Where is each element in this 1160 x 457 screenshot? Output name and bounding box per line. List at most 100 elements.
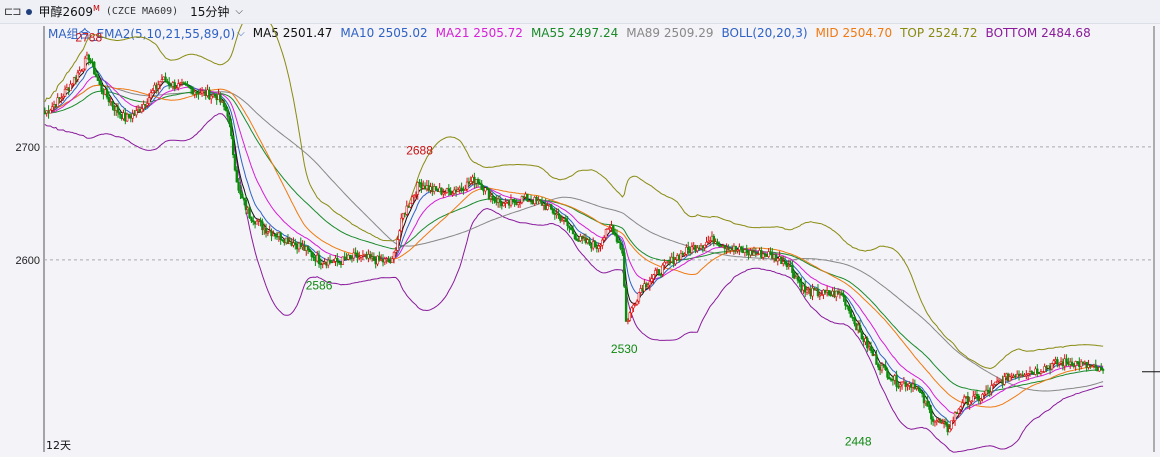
candle-body: [860, 331, 864, 339]
candle-body: [1036, 368, 1039, 374]
candle-body: [745, 249, 748, 253]
candle-body: [409, 203, 412, 208]
candle-body: [111, 101, 114, 107]
candle-body: [650, 278, 653, 282]
candle-body: [158, 81, 162, 86]
candle-body: [248, 207, 251, 219]
candle-body: [310, 251, 313, 257]
candle-body: [601, 239, 604, 246]
candle-body: [160, 79, 164, 82]
kline-chart[interactable]: 2600 2700 2788 2688 2586 2530 2448: [0, 9, 1160, 457]
candle-body: [87, 54, 90, 61]
candle-body: [255, 220, 259, 225]
candle-body: [827, 290, 831, 295]
candle-body: [840, 292, 843, 296]
candle-body: [235, 169, 239, 183]
candle-body: [140, 108, 143, 113]
candle-body: [1065, 358, 1068, 363]
candle-body: [604, 229, 608, 238]
candle-body: [648, 281, 652, 286]
candle-body: [491, 195, 494, 201]
candle-body: [661, 264, 664, 275]
candle-body: [1101, 369, 1105, 371]
instrument-dot-icon: [26, 8, 33, 15]
candle-body: [1050, 363, 1054, 370]
candle-body: [571, 229, 575, 235]
period-selector[interactable]: 15分钟: [190, 3, 229, 20]
candle-body: [612, 225, 615, 235]
candle-body: [98, 80, 101, 85]
candle-body: [588, 239, 591, 245]
candle-body: [76, 72, 80, 80]
candle-body: [241, 193, 244, 199]
candle-body: [127, 113, 131, 118]
candle-body: [847, 305, 851, 312]
symbol-title[interactable]: 甲醇2609M: [38, 3, 99, 20]
days-label: 12天: [46, 439, 71, 452]
candle-body: [928, 406, 931, 410]
candle-body: [944, 422, 948, 425]
ma5-line: [44, 61, 1104, 428]
candle-body: [637, 292, 641, 302]
candle-body: [734, 245, 737, 251]
candle-body: [116, 106, 120, 113]
candle-body: [480, 183, 483, 190]
candle-body: [96, 76, 100, 81]
candle-body: [948, 428, 951, 433]
menu-toggle-icon[interactable]: ⊏⊐: [4, 5, 21, 18]
candle-body: [306, 246, 310, 251]
candle-body: [336, 257, 339, 263]
candle-body: [849, 310, 853, 318]
candle-body: [279, 232, 282, 240]
candle-body: [619, 242, 622, 249]
candle-body: [593, 241, 597, 248]
candle-body: [502, 203, 505, 207]
candle-body: [687, 247, 690, 250]
candle-body: [411, 196, 414, 204]
candle-body: [93, 61, 96, 75]
ma10-line: [44, 66, 1104, 423]
contract-code: (CZCE MA609): [105, 6, 179, 17]
candle-body: [105, 89, 109, 98]
candle-body: [149, 92, 153, 98]
boll-mid-line: [44, 84, 1104, 408]
candle-body: [498, 198, 502, 203]
candle-body: [250, 217, 253, 221]
candle-body: [816, 288, 820, 296]
candle-body: [308, 249, 312, 253]
y-tick-label: 2600: [16, 255, 40, 267]
candle-body: [83, 57, 87, 70]
candle-body: [100, 84, 103, 91]
candle-body: [930, 409, 933, 420]
candle-body: [231, 135, 235, 155]
candle-body: [387, 258, 390, 262]
candle-body: [1070, 361, 1074, 366]
candle-body: [390, 258, 394, 263]
candle-body: [705, 242, 708, 246]
candle-body: [654, 270, 657, 276]
candle-body: [566, 221, 569, 227]
extreme-label: 2530: [611, 342, 638, 356]
candle-body: [94, 73, 98, 78]
candle-body: [740, 246, 743, 250]
candle-body: [526, 193, 529, 202]
candle-body: [400, 217, 403, 232]
candle-body: [135, 110, 138, 116]
candle-body: [926, 400, 929, 407]
candle-body: [222, 100, 226, 107]
chevron-down-icon[interactable]: ⌵: [235, 6, 243, 17]
candle-body: [230, 123, 233, 137]
candle-body: [858, 324, 862, 333]
candle-body: [273, 233, 277, 237]
extreme-label: 2788: [75, 30, 102, 44]
candle-body: [317, 254, 321, 264]
candle-body: [1052, 360, 1055, 364]
candle-body: [416, 182, 419, 195]
candle-body: [628, 312, 631, 321]
candle-body: [959, 406, 962, 410]
candle-body: [546, 205, 549, 210]
candle-body: [884, 365, 887, 370]
candle-body: [877, 364, 880, 368]
candle-body: [147, 97, 151, 104]
candle-body: [549, 204, 553, 210]
